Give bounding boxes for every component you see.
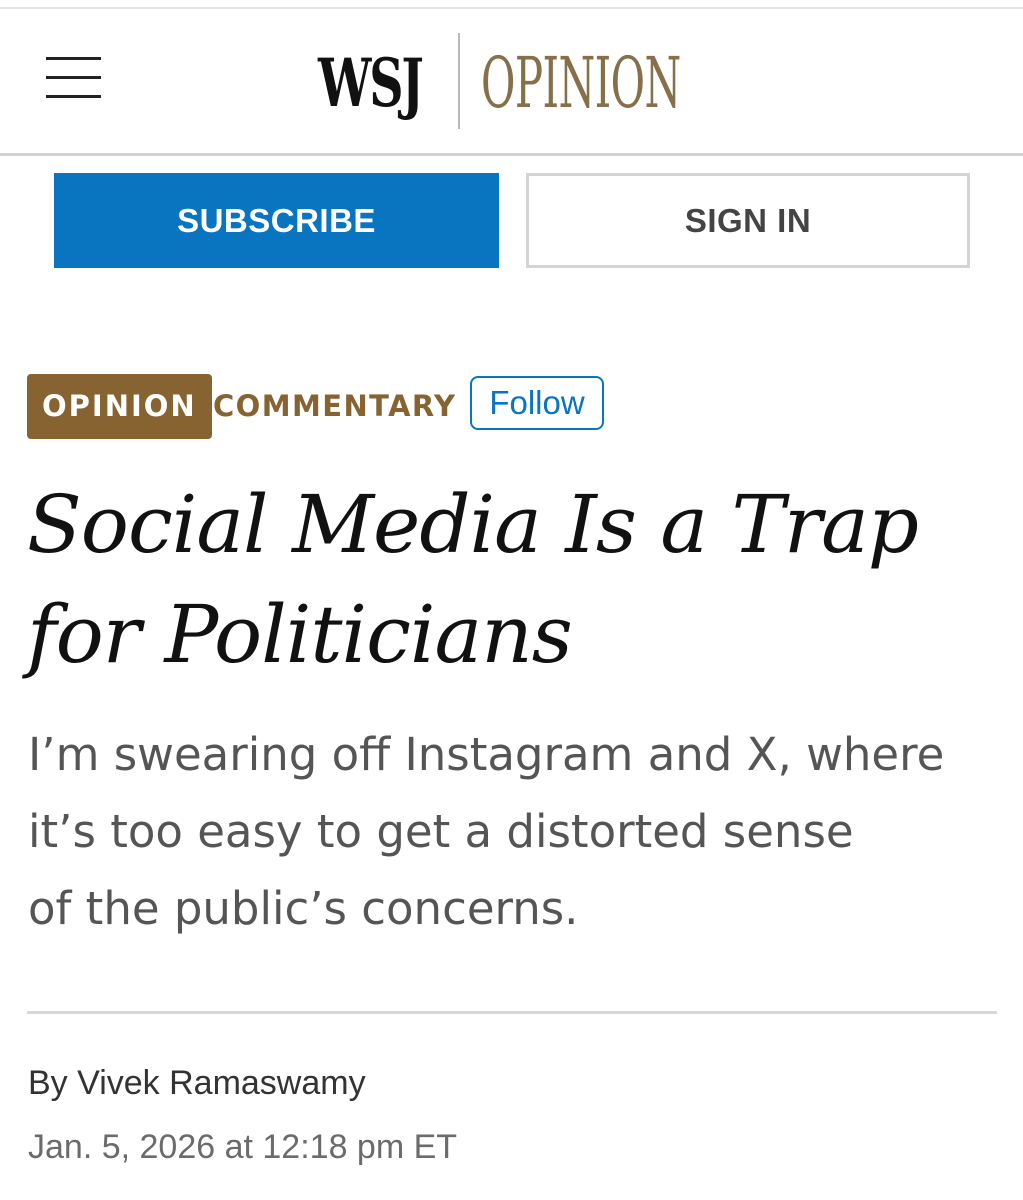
headline-line-2: for Politicians bbox=[27, 588, 573, 681]
author-link[interactable]: Vivek Ramaswamy bbox=[77, 1064, 365, 1102]
logo-wsj-wordmark: WSJ bbox=[318, 44, 424, 122]
section-badge[interactable]: OPINION bbox=[27, 374, 212, 439]
subscribe-button[interactable]: SUBSCRIBE bbox=[54, 173, 499, 268]
category-label[interactable]: COMMENTARY bbox=[213, 374, 456, 439]
menu-bar-middle bbox=[46, 76, 101, 79]
article-headline: Social Media Is a Trap for Politicians bbox=[27, 470, 1007, 690]
dek-line-1: I’m swearing off Instagram and X, where bbox=[28, 728, 945, 781]
logo-divider bbox=[458, 33, 460, 129]
dek-line-3: of the public’s concerns. bbox=[28, 882, 579, 935]
article-dek: I’m swearing off Instagram and X, where … bbox=[28, 716, 1008, 947]
byline-prefix: By bbox=[28, 1064, 68, 1102]
menu-bar-bottom bbox=[46, 95, 101, 98]
article-divider bbox=[27, 1011, 997, 1014]
header-divider bbox=[0, 153, 1023, 156]
byline: By Vivek Ramaswamy bbox=[28, 1060, 366, 1106]
headline-line-1: Social Media Is a Trap bbox=[27, 478, 919, 571]
menu-bar-top bbox=[46, 57, 101, 60]
wsj-opinion-logo[interactable]: WSJ OPINION bbox=[300, 31, 740, 131]
dek-line-2: it’s too easy to get a distorted sense bbox=[28, 805, 854, 858]
follow-button[interactable]: Follow bbox=[470, 376, 604, 430]
site-header: WSJ OPINION bbox=[0, 9, 1023, 153]
sign-in-button[interactable]: SIGN IN bbox=[526, 173, 970, 268]
hamburger-menu-icon[interactable] bbox=[40, 54, 106, 108]
article-tags: OPINION COMMENTARY Follow bbox=[27, 374, 1017, 440]
logo-section-wordmark: OPINION bbox=[481, 42, 681, 124]
publish-timestamp: Jan. 5, 2026 at 12:18 pm ET bbox=[28, 1128, 458, 1166]
